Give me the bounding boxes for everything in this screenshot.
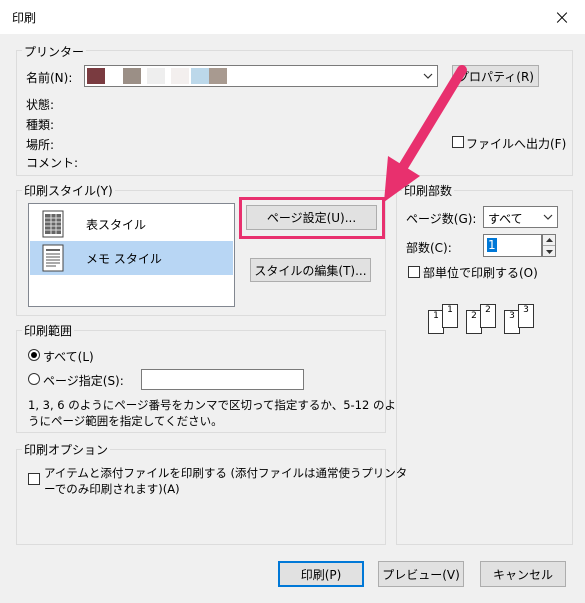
color-swatch	[191, 68, 209, 84]
close-button[interactable]: ×	[539, 0, 585, 34]
color-swatch	[209, 68, 227, 84]
style-item-table[interactable]: 表スタイル	[30, 207, 233, 241]
print-attachments-checkbox[interactable]	[28, 473, 40, 485]
print-button[interactable]: 印刷(P)	[278, 561, 364, 587]
annotation-arrow-icon	[384, 65, 467, 202]
range-all-radio[interactable]	[28, 349, 40, 361]
style-item-label: 表スタイル	[86, 217, 147, 232]
range-hint-line1: 1, 3, 6 のようにページ番号をカンマで区切って指定するか、5-12 のよ	[28, 398, 396, 412]
range-pages-label: ページ指定(S):	[43, 374, 124, 388]
spin-up-icon[interactable]	[543, 235, 555, 246]
title-bar: 印刷 ×	[0, 0, 585, 34]
print-options-section-label: 印刷オプション	[22, 441, 111, 458]
print-dialog: 印刷 × プリンター 名前(N): プロパティ(R) 状態: 種類: 場所: コ…	[0, 0, 585, 603]
style-list[interactable]: 表スタイル メモ スタイル	[28, 203, 235, 307]
page-setup-button[interactable]: ページ設定(U)...	[246, 205, 377, 230]
copies-count-input[interactable]: 1	[483, 234, 542, 257]
style-item-label: メモ スタイル	[86, 251, 162, 266]
range-all-label: すべて(L)	[43, 350, 94, 364]
page-number: 1	[447, 305, 453, 315]
pages-count-dropdown[interactable]: すべて	[483, 206, 558, 228]
collate-preview-icon: 1 1 2 2 3 3	[428, 302, 538, 338]
printer-name-value	[87, 68, 237, 84]
close-icon: ×	[553, 5, 571, 29]
where-label: 場所:	[26, 138, 55, 152]
print-options-group	[16, 449, 386, 545]
window-title: 印刷	[12, 11, 37, 25]
print-range-section-label: 印刷範囲	[22, 322, 75, 339]
pages-count-value: すべて	[488, 212, 523, 226]
print-attachments-line2: ーでのみ印刷されます)(A)	[44, 482, 180, 496]
preview-button[interactable]: プレビュー(V)	[378, 561, 464, 587]
page-number: 3	[509, 311, 515, 321]
page-number: 1	[433, 311, 439, 321]
copies-spinner[interactable]	[542, 234, 556, 257]
page-number: 2	[485, 305, 491, 315]
color-swatch	[123, 68, 141, 84]
status-label: 状態:	[26, 98, 55, 112]
color-swatch	[171, 68, 189, 84]
spin-down-icon[interactable]	[543, 246, 555, 257]
copies-count-label: 部数(C):	[406, 241, 452, 255]
copies-count-value: 1	[487, 238, 497, 252]
range-pages-input[interactable]	[141, 369, 304, 390]
table-style-icon	[42, 210, 64, 238]
printer-name-label: 名前(N):	[26, 71, 73, 85]
print-attachments-line1: アイテムと添付ファイルを印刷する (添付ファイルは通常使うプリンタ	[44, 466, 408, 480]
page-number: 3	[523, 305, 529, 315]
page-number: 2	[471, 311, 477, 321]
pages-count-label: ページ数(G):	[406, 212, 477, 226]
style-item-memo[interactable]: メモ スタイル	[30, 241, 233, 275]
memo-style-icon	[42, 244, 64, 272]
print-to-file-label: ファイルへ出力(F)	[466, 137, 567, 151]
print-style-section-label: 印刷スタイル(Y)	[22, 182, 115, 199]
color-swatch	[147, 68, 165, 84]
chevron-down-icon	[539, 207, 557, 227]
collate-checkbox[interactable]	[408, 266, 420, 278]
type-label: 種類:	[26, 118, 55, 132]
printer-section-label: プリンター	[22, 43, 87, 60]
edit-style-button[interactable]: スタイルの編集(T)...	[250, 258, 371, 282]
cancel-button[interactable]: キャンセル	[480, 561, 566, 587]
comment-label: コメント:	[26, 156, 79, 170]
range-pages-radio[interactable]	[28, 373, 40, 385]
color-swatch	[87, 68, 105, 84]
collate-label: 部単位で印刷する(O)	[423, 266, 538, 280]
range-hint-line2: うにページ範囲を指定してください。	[28, 414, 223, 428]
